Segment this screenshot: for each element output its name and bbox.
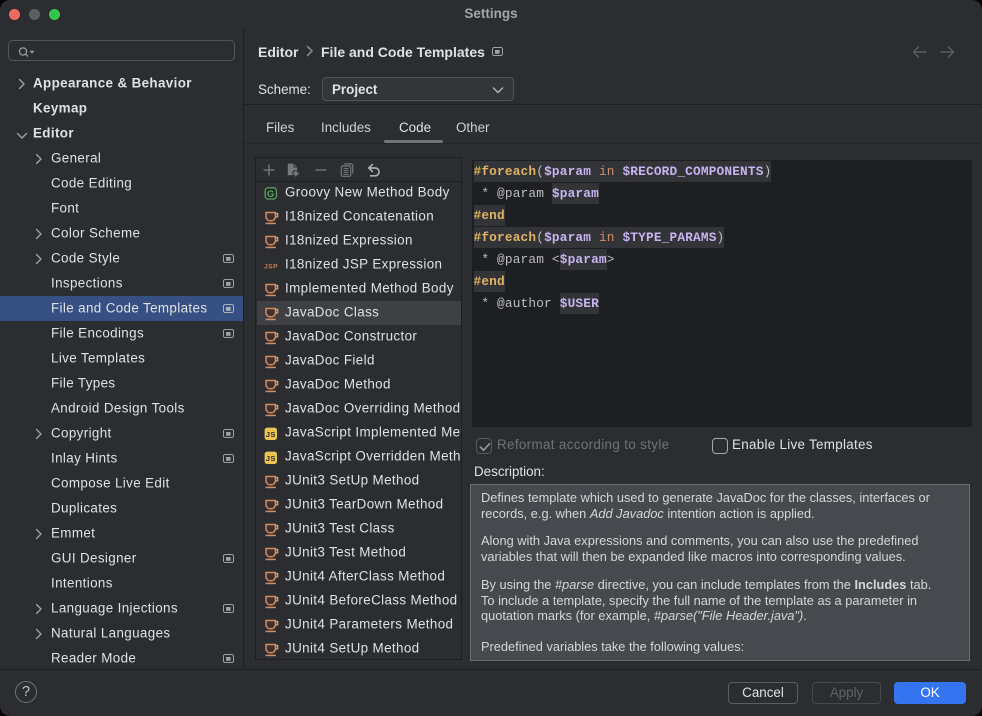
svg-text:JS: JS <box>266 454 276 463</box>
svg-text:JS: JS <box>266 430 276 439</box>
svg-text:G: G <box>267 189 275 200</box>
svg-text:JSP: JSP <box>264 263 278 270</box>
